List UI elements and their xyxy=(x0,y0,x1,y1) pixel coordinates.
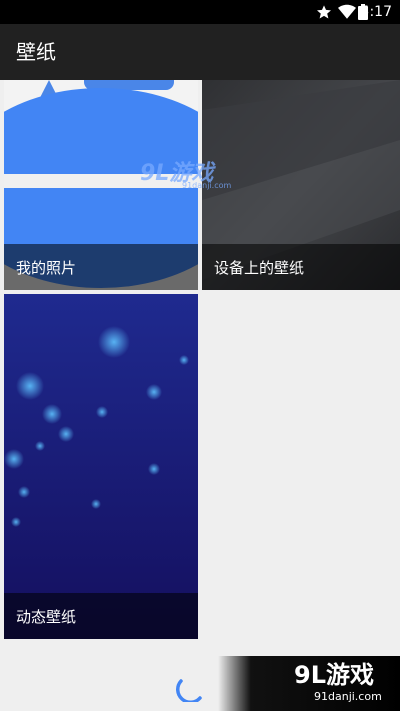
page-title: 壁纸 xyxy=(16,40,56,64)
live-wallpaper-preview xyxy=(4,294,198,639)
brand-footer: 9L游戏 91danji.com xyxy=(218,656,400,711)
watermark-domain: 91danji.com xyxy=(182,181,232,190)
app-bar: 壁纸 xyxy=(0,24,400,80)
brand-logo: 9L游戏 xyxy=(294,661,374,689)
loading-spinner-icon xyxy=(176,679,202,702)
tile-live-wallpapers[interactable]: 动态壁纸 xyxy=(4,294,198,639)
brand-domain: 91danji.com xyxy=(314,690,382,703)
watermark: 9L游戏 91danji.com xyxy=(140,155,240,195)
status-time: 5:17 xyxy=(360,4,392,20)
tile-label: 我的照片 xyxy=(16,259,77,277)
tile-label: 动态壁纸 xyxy=(16,608,77,626)
wifi-icon xyxy=(338,4,356,19)
tile-label: 设备上的壁纸 xyxy=(214,259,305,277)
status-bar: 5:17 xyxy=(0,0,400,24)
star-icon xyxy=(317,5,331,19)
